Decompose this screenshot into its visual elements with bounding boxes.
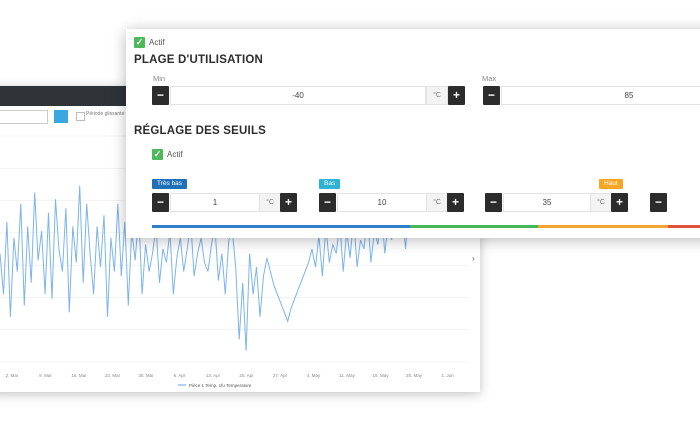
min-label: Min (153, 74, 166, 83)
seuils-title: RÉGLAGE DES SEUILS (134, 125, 267, 137)
haut-decrement-button[interactable]: − (650, 193, 667, 212)
tres-bas-decrement-button[interactable]: − (152, 193, 169, 212)
range-bar-blue (152, 225, 410, 228)
min-increment-button[interactable]: + (448, 86, 465, 105)
x-tick-label: 2. Mar (6, 373, 19, 378)
x-tick-label: 18. May (372, 373, 389, 378)
seuil-3-unit: °C (590, 193, 612, 212)
tres-bas-unit: °C (259, 193, 281, 212)
tres-bas-input[interactable]: 1 (170, 193, 260, 212)
badge-haut: Haut (599, 179, 623, 189)
x-tick-label: 4. May (307, 373, 321, 378)
min-unit: °C (426, 86, 448, 105)
seuil-3-increment-button[interactable]: + (611, 193, 628, 212)
x-tick-label: 30. Mar (138, 373, 154, 378)
range-bar-orange (538, 225, 668, 228)
min-input[interactable]: -40 (170, 86, 426, 105)
x-tick-label: 1. Jun (441, 373, 454, 378)
bas-increment-button[interactable]: + (447, 193, 464, 212)
x-tick-label: 6. Apr (174, 373, 186, 378)
tres-bas-increment-button[interactable]: + (280, 193, 297, 212)
max-decrement-button[interactable]: − (483, 86, 500, 105)
settings-panel: ✓ Actif PLAGE D'UTILISATION Min − -40 °C… (126, 29, 700, 238)
bas-decrement-button[interactable]: − (319, 193, 336, 212)
x-tick-label: 20. Apr (239, 373, 254, 378)
badge-tres-bas: Très bas (152, 179, 188, 189)
legend-label[interactable]: Pièce 1 Temp. 1fu Temperature (189, 383, 252, 388)
x-tick-label: 27. Apr (273, 373, 288, 378)
chevron-right-icon[interactable]: › (472, 254, 475, 263)
actif-label: Actif (149, 38, 165, 47)
range-bar-green (410, 225, 538, 228)
x-tick-label: 13. Apr (206, 373, 221, 378)
plage-title: PLAGE D'UTILISATION (134, 54, 263, 66)
actif-checkbox[interactable]: ✓ (134, 37, 145, 48)
seuil-3-decrement-button[interactable]: − (485, 193, 502, 212)
bas-input[interactable]: 10 (337, 193, 427, 212)
seuils-actif-label: Actif (167, 150, 183, 159)
max-label: Max (482, 74, 497, 83)
min-decrement-button[interactable]: − (152, 86, 169, 105)
x-tick-label: 9. Mar (39, 373, 52, 378)
badge-bas: Bas (319, 179, 341, 189)
x-tick-label: 25. May (406, 373, 423, 378)
x-tick-label: 23. Mar (105, 373, 121, 378)
range-bar-red (668, 225, 700, 228)
x-tick-label: 11. May (339, 373, 355, 378)
bas-unit: °C (426, 193, 448, 212)
seuils-actif-checkbox[interactable]: ✓ (152, 149, 163, 160)
max-input[interactable]: 85 (501, 86, 700, 105)
x-tick-label: 16. Mar (71, 373, 87, 378)
seuil-3-input[interactable]: 35 (503, 193, 591, 212)
